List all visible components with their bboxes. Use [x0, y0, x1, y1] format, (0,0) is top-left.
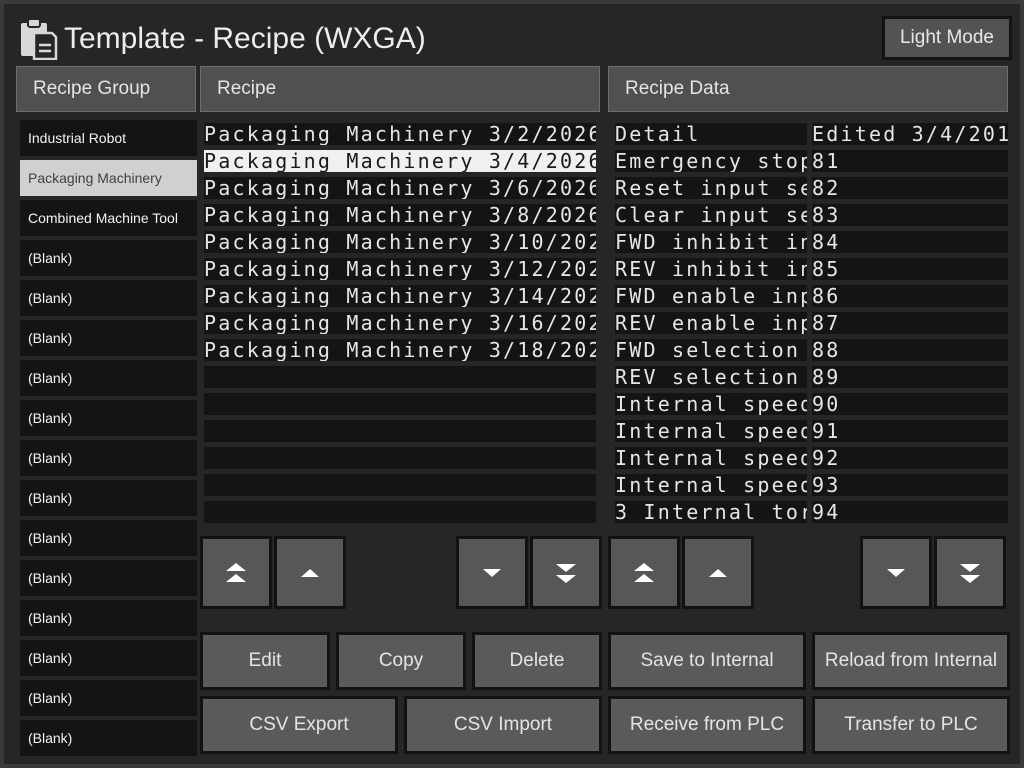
recipe-row[interactable]: Packaging Machinery 3/4/2026 — [204, 150, 596, 172]
recipe-group-item[interactable]: Packaging Machinery — [20, 160, 197, 196]
recipe-row[interactable]: Packaging Machinery 3/6/2026 — [204, 177, 596, 199]
data-label: FWD selection i — [615, 339, 807, 361]
recipe-row[interactable]: Packaging Machinery 3/14/2026 — [204, 285, 596, 307]
data-value-field[interactable]: 81 — [812, 150, 1008, 172]
recipe-group-item[interactable]: Industrial Robot — [20, 120, 197, 156]
data-value-field[interactable]: Edited 3/4/2015 — [812, 123, 1008, 145]
recipe-row[interactable] — [204, 474, 596, 496]
chevron-up-icon — [301, 568, 319, 577]
recipe-last-button[interactable] — [530, 536, 602, 609]
data-value-field[interactable]: 92 — [812, 447, 1008, 469]
recipe-up-button[interactable] — [274, 536, 346, 609]
recipe-group-item[interactable]: (Blank) — [20, 720, 197, 756]
data-label: Internal speed — [615, 474, 807, 496]
edit-button[interactable]: Edit — [200, 632, 330, 690]
data-label: Reset input set — [615, 177, 807, 199]
data-value-field[interactable]: 94 — [812, 501, 1008, 523]
data-value-field[interactable]: 89 — [812, 366, 1008, 388]
data-label: Emergency stop — [615, 150, 807, 172]
data-first-button[interactable] — [608, 536, 680, 609]
data-label: REV selection i — [615, 366, 807, 388]
chevron-down-icon — [887, 568, 905, 577]
recipe-row[interactable]: Packaging Machinery 3/10/2026 — [204, 231, 596, 253]
recipe-down-button[interactable] — [456, 536, 528, 609]
recipe-group-item[interactable]: (Blank) — [20, 240, 197, 276]
data-value-field[interactable]: 93 — [812, 474, 1008, 496]
data-label: 3 Internal torq — [615, 501, 807, 523]
recipe-group-item[interactable]: (Blank) — [20, 440, 197, 476]
data-value-field[interactable]: 85 — [812, 258, 1008, 280]
recipe-row[interactable] — [204, 366, 596, 388]
data-label: Internal speed — [615, 393, 807, 415]
data-up-button[interactable] — [682, 536, 754, 609]
recipe-header: Recipe — [200, 66, 600, 112]
data-label: Internal speed — [615, 420, 807, 442]
data-value-field[interactable]: 83 — [812, 204, 1008, 226]
recipe-group-item[interactable]: Combined Machine Tool — [20, 200, 197, 236]
recipe-row[interactable] — [204, 393, 596, 415]
copy-button[interactable]: Copy — [336, 632, 466, 690]
recipe-group-item[interactable]: (Blank) — [20, 600, 197, 636]
data-label: Clear input set — [615, 204, 807, 226]
double-chevron-up-icon — [634, 562, 654, 582]
csv-import-button[interactable]: CSV Import — [404, 696, 602, 754]
data-label: FWD enable inpu — [615, 285, 807, 307]
reload-from-internal-button[interactable]: Reload from Internal — [812, 632, 1010, 690]
recipe-row[interactable]: Packaging Machinery 3/8/2026 — [204, 204, 596, 226]
data-label: Internal speed — [615, 447, 807, 469]
receive-from-plc-button[interactable]: Receive from PLC — [608, 696, 806, 754]
recipe-group-item[interactable]: (Blank) — [20, 320, 197, 356]
light-mode-button[interactable]: Light Mode — [882, 16, 1012, 60]
recipe-row[interactable] — [204, 501, 596, 523]
data-value-field[interactable]: 88 — [812, 339, 1008, 361]
double-chevron-up-icon — [226, 562, 246, 582]
save-to-internal-button[interactable]: Save to Internal — [608, 632, 806, 690]
data-value-field[interactable]: 86 — [812, 285, 1008, 307]
recipe-group-item[interactable]: (Blank) — [20, 480, 197, 516]
data-value-field[interactable]: 84 — [812, 231, 1008, 253]
data-label: REV inhibit inp — [615, 258, 807, 280]
recipe-group-item[interactable]: (Blank) — [20, 360, 197, 396]
recipe-group-item[interactable]: (Blank) — [20, 640, 197, 676]
data-label: Detail — [615, 123, 807, 145]
recipe-row[interactable]: Packaging Machinery 3/18/2026 — [204, 339, 596, 361]
data-label: REV enable inpu — [615, 312, 807, 334]
data-value-field[interactable]: 90 — [812, 393, 1008, 415]
data-down-button[interactable] — [860, 536, 932, 609]
double-chevron-down-icon — [556, 563, 576, 583]
data-value-field[interactable]: 87 — [812, 312, 1008, 334]
app-window: Template - Recipe (WXGA) Light Mode Reci… — [0, 0, 1024, 768]
recipe-row[interactable]: Packaging Machinery 3/12/2026 — [204, 258, 596, 280]
data-label: FWD inhibit inp — [615, 231, 807, 253]
delete-button[interactable]: Delete — [472, 632, 602, 690]
recipe-group-header: Recipe Group — [16, 66, 196, 112]
recipe-group-item[interactable]: (Blank) — [20, 280, 197, 316]
chevron-down-icon — [483, 568, 501, 577]
recipe-first-button[interactable] — [200, 536, 272, 609]
recipe-group-item[interactable]: (Blank) — [20, 560, 197, 596]
clipboard-document-icon — [18, 18, 58, 61]
data-value-field[interactable]: 82 — [812, 177, 1008, 199]
recipe-row[interactable] — [204, 420, 596, 442]
recipe-group-item[interactable]: (Blank) — [20, 520, 197, 556]
double-chevron-down-icon — [960, 563, 980, 583]
recipe-row[interactable]: Packaging Machinery 3/16/2026 — [204, 312, 596, 334]
recipe-group-item[interactable]: (Blank) — [20, 400, 197, 436]
chevron-up-icon — [709, 568, 727, 577]
data-last-button[interactable] — [934, 536, 1006, 609]
recipe-row[interactable] — [204, 447, 596, 469]
recipe-group-item[interactable]: (Blank) — [20, 680, 197, 716]
data-value-field[interactable]: 91 — [812, 420, 1008, 442]
page-title: Template - Recipe (WXGA) — [64, 22, 426, 55]
recipe-data-header: Recipe Data — [608, 66, 1008, 112]
csv-export-button[interactable]: CSV Export — [200, 696, 398, 754]
transfer-to-plc-button[interactable]: Transfer to PLC — [812, 696, 1010, 754]
recipe-row[interactable]: Packaging Machinery 3/2/2026 — [204, 123, 596, 145]
